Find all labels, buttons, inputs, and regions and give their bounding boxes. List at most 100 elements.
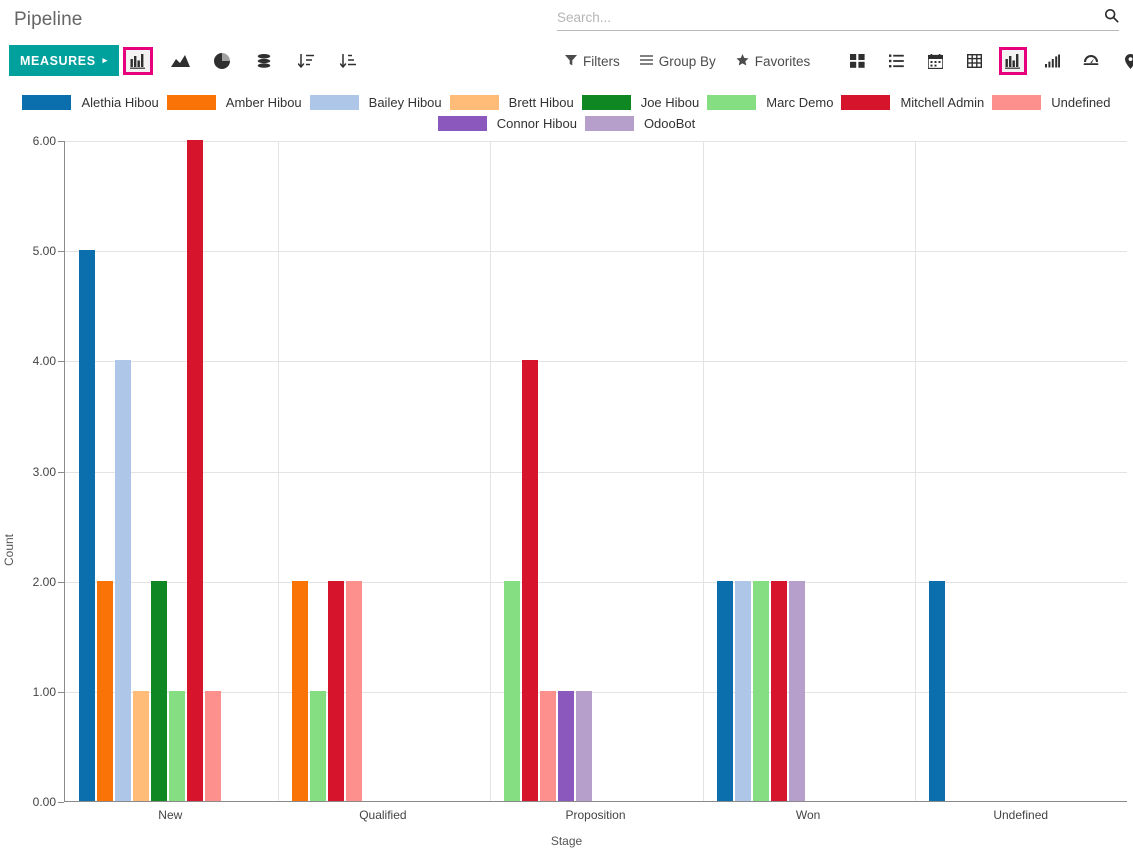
bar-group [504,141,594,801]
bar[interactable] [327,580,344,801]
bar[interactable] [504,580,521,801]
sort-descending-icon[interactable] [291,47,321,75]
category-separator [915,141,917,801]
legend-item[interactable]: Joe Hibou [578,95,704,110]
legend-item[interactable]: Brett Hibou [446,95,578,110]
x-axis-tick: Undefined [993,808,1049,822]
y-axis-label: Count [2,533,16,566]
y-axis-tickmark [58,141,64,142]
graph-view-icon[interactable] [999,47,1027,75]
search-input[interactable] [557,9,1104,28]
map-view-icon[interactable] [1116,47,1133,75]
legend-swatch [841,95,891,110]
bar[interactable] [345,580,362,801]
bar[interactable] [169,690,185,801]
gridline [65,581,1127,583]
y-axis-tickmark [58,581,64,583]
legend-item[interactable]: OdooBot [581,116,699,131]
y-axis-tick: 3.00 [32,464,56,479]
bar[interactable] [576,690,593,801]
search-bar[interactable] [557,7,1119,31]
sort-ascending-icon[interactable] [333,47,363,75]
bar[interactable] [309,690,326,801]
star-icon [736,53,749,69]
bar[interactable] [752,580,769,801]
bar[interactable] [291,580,308,801]
legend-label: Joe Hibou [640,95,700,110]
bar[interactable] [540,690,557,801]
measures-label: MEASURES [20,53,96,68]
pivot-view-icon[interactable] [960,47,988,75]
gridline [65,361,1127,363]
bar-group [291,141,364,801]
legend-label: Brett Hibou [508,95,574,110]
bar[interactable] [187,140,203,801]
favorites-label: Favorites [754,53,811,69]
kanban-view-icon[interactable] [843,47,871,75]
legend-label: Alethia Hibou [81,95,159,110]
legend-item[interactable]: Marc Demo [703,95,837,110]
legend-label: Undefined [1051,95,1111,110]
legend-swatch [707,95,757,110]
line-chart-icon[interactable] [165,47,195,75]
category-separator [277,141,279,801]
legend-swatch [584,116,634,131]
legend-item[interactable]: Amber Hibou [163,95,306,110]
bar[interactable] [133,690,149,801]
bar[interactable] [205,690,221,801]
calendar-view-icon[interactable] [921,47,949,75]
legend-item[interactable]: Connor Hibou [434,116,581,131]
control-panel-bottom: MEASURES ▸ Filters Group By Favorites [0,44,1133,78]
dashboard-view-icon[interactable] [1077,47,1105,75]
odoo-graph-view: Pipeline MEASURES ▸ [0,0,1133,850]
bar-group [929,141,947,801]
filters-button[interactable]: Filters [565,54,620,69]
x-axis-tick: New [158,808,183,822]
chart-legend: Alethia Hibou Amber Hibou Bailey Hibou Bret… [0,92,1133,134]
pie-chart-icon[interactable] [207,47,237,75]
legend-item[interactable]: Alethia Hibou [18,95,162,110]
legend-item[interactable]: Undefined [988,95,1114,110]
measures-button[interactable]: MEASURES ▸ [9,45,119,76]
legend-item[interactable]: Bailey Hibou [306,95,446,110]
y-axis-tick: 4.00 [32,354,56,369]
category-separator [490,141,492,801]
stacked-database-icon[interactable] [249,47,279,75]
y-axis-tickmark [58,471,64,473]
x-axis-tick: Won [795,808,821,822]
group-by-button[interactable]: Group By [639,54,716,69]
cohort-view-icon[interactable] [1038,47,1066,75]
bar[interactable] [79,250,95,801]
bar[interactable] [522,360,539,801]
legend-swatch [449,95,499,110]
search-icon[interactable] [1104,8,1119,30]
legend-label: Marc Demo [766,95,834,110]
bar[interactable] [716,580,733,801]
bar-chart-icon[interactable] [123,47,153,75]
legend-label: OdooBot [643,116,696,131]
funnel-icon [565,54,577,69]
filters-label: Filters [583,53,620,69]
filter-menu-group: Filters Group By Favorites [565,44,810,78]
x-axis-tick: Proposition [565,808,626,822]
plot-area [64,140,1127,802]
legend-swatch [22,95,72,110]
legend-item[interactable]: Mitchell Admin [837,95,988,110]
graph-type-icon-group [123,44,363,78]
favorites-button[interactable]: Favorites [736,53,811,69]
list-view-icon[interactable] [882,47,910,75]
y-axis-tickmark [58,361,64,363]
bar[interactable] [558,690,575,801]
bar[interactable] [115,360,131,801]
x-axis-label: Stage [550,834,583,848]
bar[interactable] [770,580,787,801]
bar[interactable] [97,580,113,801]
gridline [65,251,1127,253]
y-axis-tickmark [58,691,64,693]
bar[interactable] [151,580,167,801]
bar[interactable] [929,580,946,801]
y-axis-tick: 2.00 [32,574,56,589]
bar[interactable] [788,580,805,801]
bar[interactable] [734,580,751,801]
bar-chart: Count Stage 0.00 1.00 2.00 3.00 4.00 5.00 6.00… [0,134,1133,850]
